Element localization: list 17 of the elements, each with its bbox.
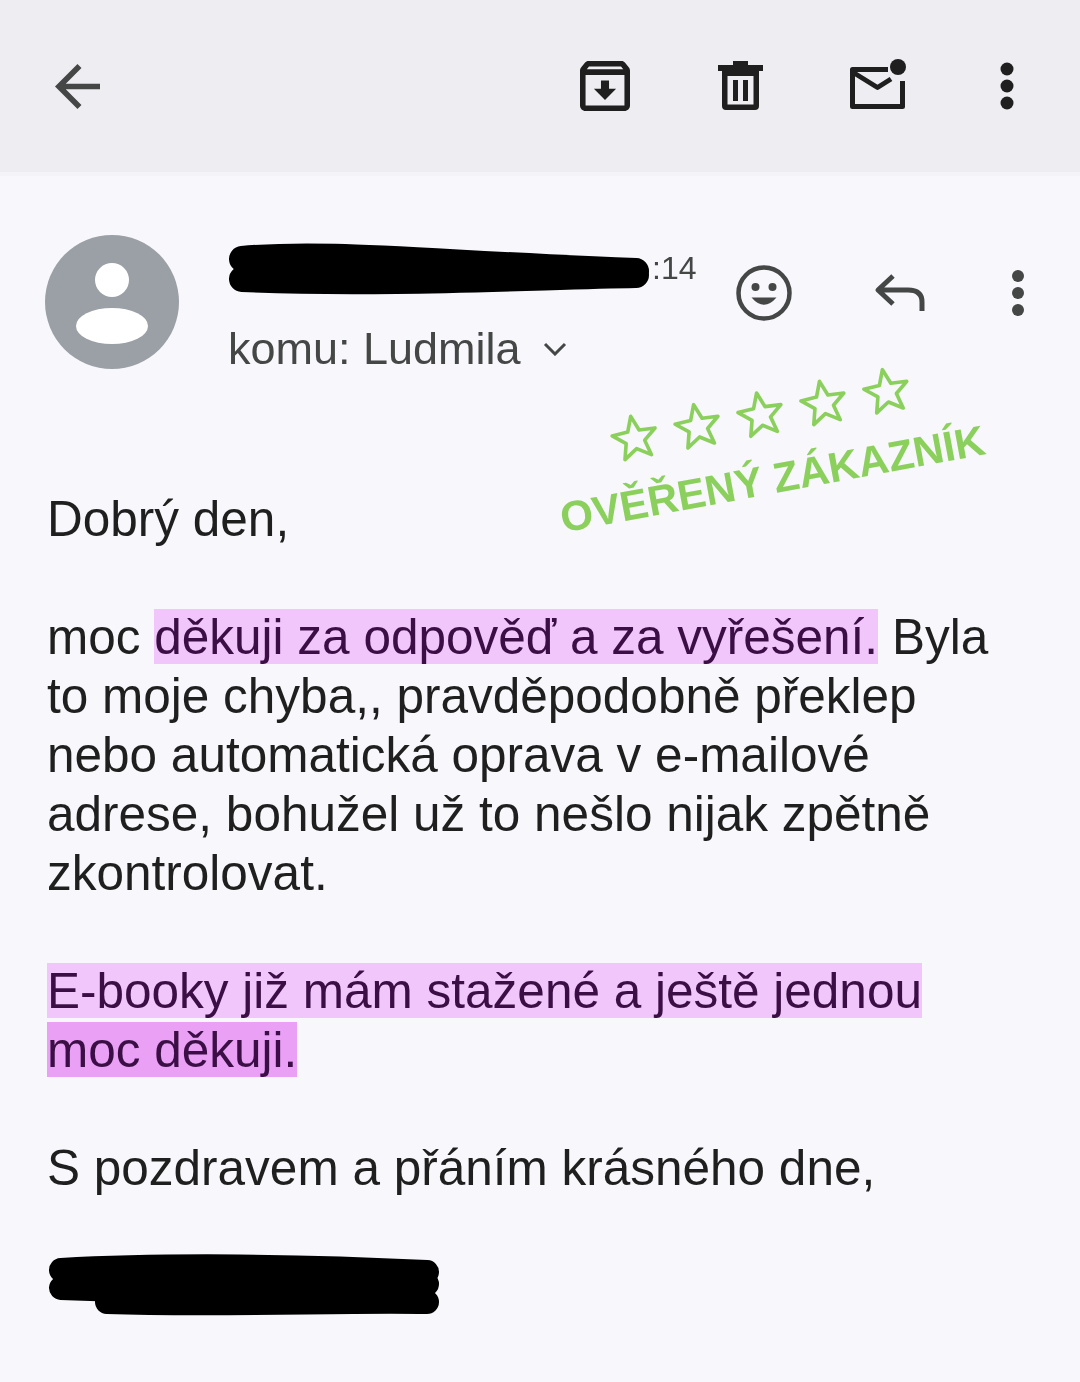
chevron-down-icon[interactable]	[542, 342, 567, 356]
more-options-icon[interactable]	[1012, 270, 1024, 316]
avatar-icon	[45, 235, 179, 369]
envelope-dot-icon[interactable]	[848, 59, 906, 109]
message-time: :14	[652, 249, 697, 287]
body-paragraph: S pozdravem a přáním krásného dne,	[47, 1139, 876, 1197]
smiley-icon[interactable]	[736, 265, 792, 321]
body-paragraph: Dobrý den,	[47, 490, 290, 548]
reply-icon[interactable]	[874, 272, 926, 314]
more-options-icon[interactable]	[1000, 62, 1014, 110]
back-arrow-icon[interactable]	[55, 63, 100, 109]
recipient-label: komu: Ludmila	[228, 323, 521, 375]
delete-icon[interactable]	[718, 61, 763, 111]
body-paragraph: moc děkuji za odpověď a za vyřešení. Byla to moje chyba,, pravděpodobně překlep nebo automatická oprava v e-mailové adrese, bohužel už to nešlo nijak zpětně zkontrolovat.	[47, 608, 990, 902]
archive-icon[interactable]	[580, 61, 630, 111]
body-paragraph: E-booky již mám stažené a ještě jednou moc děkuji.	[47, 962, 923, 1079]
verified-customer-label: ZÁKAZNÍK	[769, 421, 988, 498]
